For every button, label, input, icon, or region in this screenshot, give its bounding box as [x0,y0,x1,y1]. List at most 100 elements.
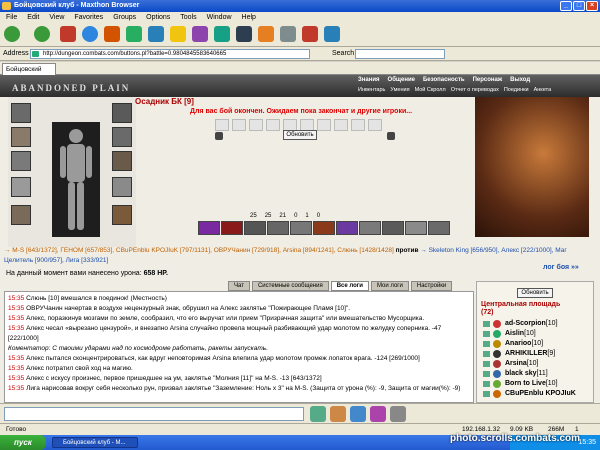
tab-system-messages[interactable]: Системные сообщения [251,281,329,291]
menu-view[interactable]: View [49,12,64,23]
address-input[interactable]: http://dungeon.combats.com/buttons.pl?ba… [30,49,310,59]
clear-icon[interactable] [370,406,386,422]
team-allies[interactable]: → M-S [643/1372], ГЕНОМ [657/853], CBuPE… [4,247,394,254]
spell-slot[interactable] [336,221,358,235]
spell-slot[interactable] [313,221,335,235]
menu-options[interactable]: Options [146,12,170,23]
private-icon[interactable] [483,371,490,377]
clean-icon[interactable] [302,26,318,42]
user-item[interactable]: ad-Scorpion[10] [481,319,591,329]
menu-edit[interactable]: Edit [27,12,39,23]
user-item[interactable]: Anarioo[10] [481,339,591,349]
nav-exit[interactable]: Выход [510,77,530,83]
chat-input[interactable] [4,407,304,421]
popup-blocker-icon[interactable] [324,26,340,42]
belt-slot[interactable] [11,177,31,197]
groups-icon[interactable] [148,26,164,42]
filter-icon[interactable] [350,406,366,422]
tab-chat[interactable]: Чат [228,281,250,291]
helmet-slot[interactable] [11,103,31,123]
user-name[interactable]: Born to Live [505,380,546,387]
user-name[interactable]: ad-Scorpion [505,320,546,327]
user-item[interactable]: ARHIKILLER[9] [481,349,591,359]
refresh-button[interactable]: Обновить [283,130,317,140]
smiles-icon[interactable] [330,406,346,422]
menu-favorites[interactable]: Favorites [74,12,103,23]
earring-slot[interactable] [112,103,132,123]
window-titlebar[interactable]: Бойцовский клуб - Maxthon Browser _ □ × [0,0,600,12]
spell-slot[interactable] [405,221,427,235]
armor-slot[interactable] [11,151,31,171]
user-name[interactable]: black sky [505,370,537,377]
shield-slot[interactable] [112,177,132,197]
menu-help[interactable]: Help [242,12,256,23]
nav-profile[interactable]: Анкета [534,87,552,93]
user-name[interactable]: Aislin [505,330,524,337]
private-icon[interactable] [483,331,490,337]
private-icon[interactable] [483,391,490,397]
user-item[interactable]: Aislin[10] [481,329,591,339]
ring-slot[interactable] [112,151,132,171]
search-input[interactable] [355,49,445,59]
maximize-button[interactable]: □ [573,1,585,11]
nav-inventory[interactable]: Инвентарь [358,87,385,93]
menu-window[interactable]: Window [207,12,232,23]
back-icon[interactable] [4,26,20,42]
send-icon[interactable] [310,406,326,422]
spell-slot[interactable] [267,221,289,235]
nav-character[interactable]: Персонаж [473,77,503,83]
translit-icon[interactable] [390,406,406,422]
user-name[interactable]: Anarioo [505,340,531,347]
minimize-button[interactable]: _ [560,1,572,11]
refresh-icon[interactable] [82,26,98,42]
user-name[interactable]: Arsina [505,360,527,367]
user-item[interactable]: CBuPEnblu KPOJIuK [481,389,591,399]
nav-battles[interactable]: Поединки [504,87,529,93]
user-item[interactable]: Arsina[10] [481,359,591,369]
player-name[interactable]: Осадник БК [9] [135,97,194,106]
spell-slot[interactable] [359,221,381,235]
weapon-slot[interactable] [11,127,31,147]
tab-all-logs[interactable]: Все логи [330,281,369,291]
favorites-icon[interactable] [170,26,186,42]
spell-slot[interactable] [244,221,266,235]
history-icon[interactable] [192,26,208,42]
private-icon[interactable] [483,361,490,367]
spell-slot[interactable] [428,221,450,235]
zoom-icon[interactable] [280,26,296,42]
user-item[interactable]: black sky[11] [481,369,591,379]
private-icon[interactable] [483,341,490,347]
nav-knowledge[interactable]: Знания [358,77,380,83]
nav-transfers[interactable]: Отчет о переводах [451,87,499,93]
spell-slot[interactable] [382,221,404,235]
spell-slot[interactable] [198,221,220,235]
feeds-icon[interactable] [214,26,230,42]
mail-icon[interactable] [258,26,274,42]
menu-groups[interactable]: Groups [113,12,136,23]
close-button[interactable]: × [586,1,598,11]
user-item[interactable]: Born to Live[10] [481,379,591,389]
spell-slot[interactable] [290,221,312,235]
private-icon[interactable] [483,321,490,327]
room-title[interactable]: Центральная площадь [481,301,560,308]
new-page-icon[interactable] [126,26,142,42]
nav-security[interactable]: Безопасность [423,77,465,83]
user-name[interactable]: CBuPEnblu KPOJIuK [505,390,576,397]
start-button[interactable]: пуск [0,435,46,450]
amulet-slot[interactable] [112,127,132,147]
room-refresh-button[interactable]: Обновить [517,288,553,298]
tab-combats[interactable]: Бойцовский клуб [2,63,56,84]
print-icon[interactable] [236,26,252,42]
spell-slot[interactable] [221,221,243,235]
menu-file[interactable]: File [6,12,17,23]
forward-icon[interactable] [34,26,50,42]
tab-settings[interactable]: Настройки [410,281,453,291]
nav-skills[interactable]: Умения [390,87,409,93]
nav-scroll[interactable]: Мой Скролл [415,87,446,93]
private-icon[interactable] [483,351,490,357]
gloves-slot[interactable] [11,205,31,225]
nav-communication[interactable]: Общение [388,77,415,83]
taskbar-item[interactable]: Бойцовский клуб - M... [52,437,138,448]
boots-slot[interactable] [112,205,132,225]
user-name[interactable]: ARHIKILLER [505,350,547,357]
